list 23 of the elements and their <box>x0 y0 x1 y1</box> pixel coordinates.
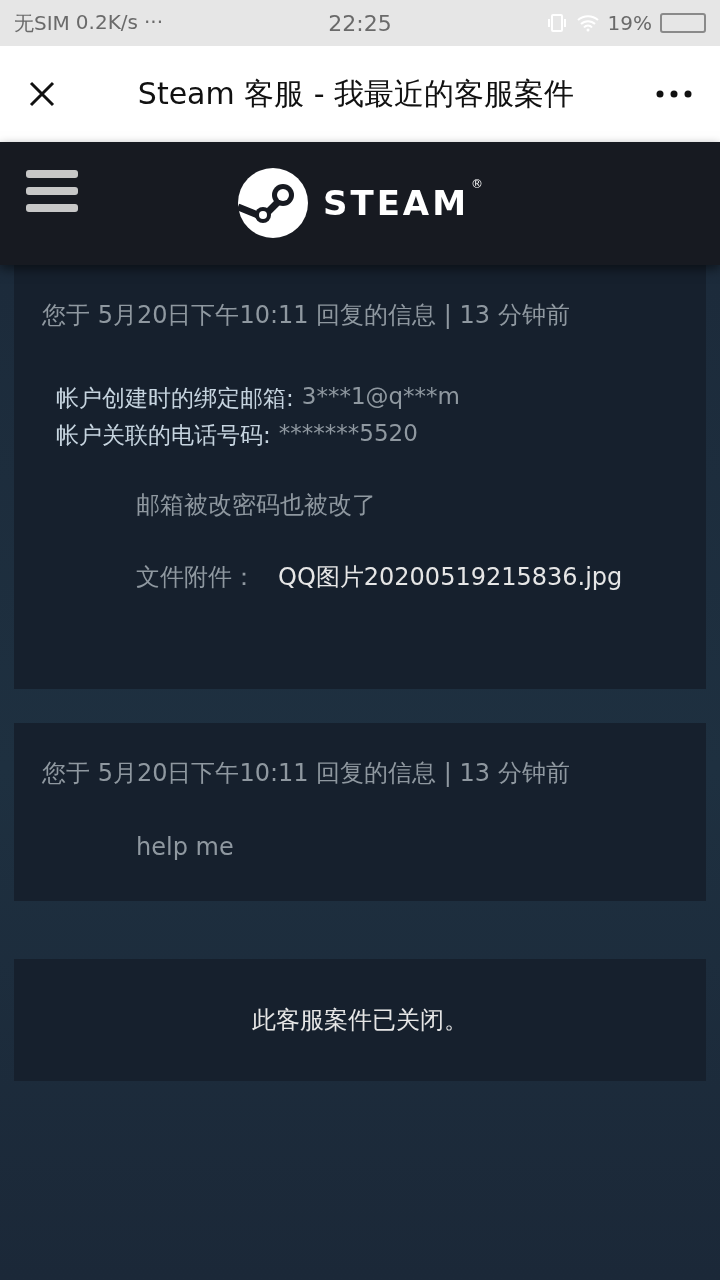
page-title: Steam 客服 - 我最近的客服案件 <box>136 74 576 113</box>
attachment-link[interactable]: QQ图片20200519215836.jpg <box>278 561 623 593</box>
wifi-icon <box>575 14 600 32</box>
carrier-text: 无SIM <box>14 9 70 37</box>
steam-logo-icon <box>236 166 309 239</box>
account-label: 帐户关联的电话号码: <box>56 421 271 450</box>
vibrate-icon <box>545 12 568 34</box>
clock: 22:25 <box>327 10 393 36</box>
account-value: 3***1@q***m <box>301 383 461 411</box>
attachment-label: 文件附件： <box>136 562 256 593</box>
registered-mark: ® <box>471 176 484 191</box>
battery-icon <box>660 13 706 33</box>
message-text: help me <box>135 833 235 861</box>
message-header: 您于 5月20日下午10:11 回复的信息 | 13 分钟前 <box>42 758 571 789</box>
message-header: 您于 5月20日下午10:11 回复的信息 | 13 分钟前 <box>42 300 571 331</box>
account-value: *******5520 <box>278 420 418 448</box>
battery-percent: 19% <box>607 11 652 35</box>
account-label: 帐户创建时的绑定邮箱: <box>56 384 294 413</box>
notification-dots: ··· <box>143 9 164 36</box>
steam-wordmark: STEAM <box>322 182 470 223</box>
message-text: 邮箱被改密码也被改了 <box>135 490 377 521</box>
network-speed: 0.2K/s <box>75 9 138 36</box>
notice-text: 此客服案件已关闭。 <box>252 1005 468 1036</box>
